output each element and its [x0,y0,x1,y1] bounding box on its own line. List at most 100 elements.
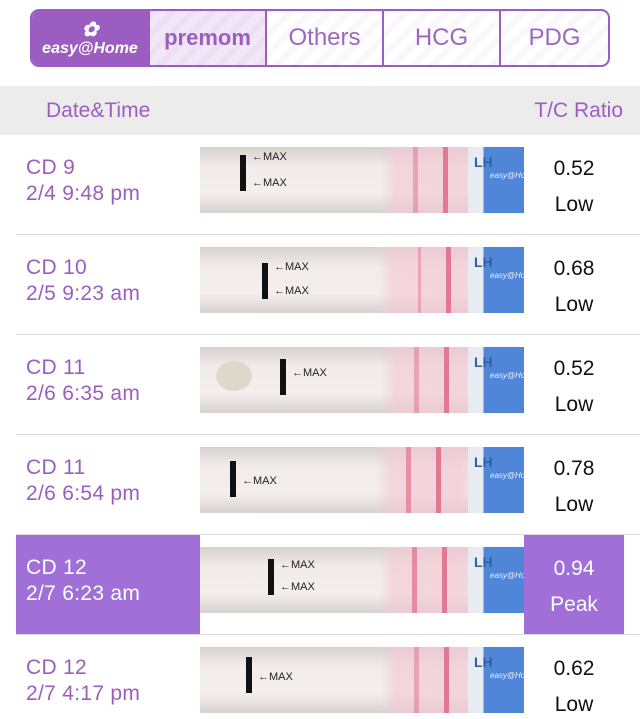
strip-brand-mark: easy@Home [490,571,524,580]
control-line [444,347,449,413]
test-datetime: 2/6 6:35 am [26,382,141,405]
max-label: ←MAX [242,475,277,487]
cycle-day: CD 10 [26,256,88,279]
strip-handle: LH easy@Home [468,447,524,513]
brand-tabs: ✿ easy@Home premom Others HCG PDG [30,9,610,67]
tab-others[interactable]: Others [267,11,384,65]
ratio-cell: 0.78 Low [524,435,624,534]
strip-marker [240,155,246,191]
test-result-row-peak[interactable]: CD 12 2/7 6:23 am ←MAX ←MAX LH easy@Home… [16,535,640,635]
lh-label: LH [474,254,493,270]
cycle-day: CD 9 [26,156,76,179]
strip-marker [230,461,236,497]
max-label: ←MAX [258,671,293,683]
test-strip-image: ←MAX LH easy@Home [200,447,524,513]
strip-brand-mark: easy@Home [490,171,524,180]
strip-handle: LH easy@Home [468,147,524,213]
max-label: ←MAX [252,177,287,189]
date-time-header: Date&Time [46,98,151,122]
ratio-cell: 0.62 Low [524,635,624,719]
test-window [380,147,480,213]
control-line [443,147,448,213]
date-time-cell: CD 9 2/4 9:48 pm [16,135,200,234]
strip-marker [268,559,274,595]
test-line [414,347,419,413]
ratio-cell: 0.52 Low [524,135,624,234]
strip-marker [262,263,268,299]
test-datetime: 2/7 6:23 am [26,582,141,605]
tc-ratio-value: 0.78 [553,457,595,480]
test-result-row[interactable]: CD 9 2/4 9:48 pm ←MAX ←MAX LH easy@Home … [16,135,640,235]
ratio-cell: 0.68 Low [524,235,624,334]
tc-ratio-header: T/C Ratio [534,98,623,122]
tc-ratio-value: 0.62 [553,657,595,680]
tc-ratio-value: 0.94 [553,557,595,580]
strip-brand-mark: easy@Home [490,371,524,380]
date-time-cell: CD 12 2/7 4:17 pm [16,635,200,719]
test-line [413,147,418,213]
date-time-cell: CD 11 2/6 6:54 pm [16,435,200,534]
test-line [418,247,421,313]
control-line [444,647,449,713]
date-time-cell: CD 12 2/7 6:23 am [16,535,200,634]
test-result-row[interactable]: CD 11 2/6 6:54 pm ←MAX LH easy@Home 0.78… [16,435,640,535]
ratio-cell: 0.94 Peak [524,535,624,634]
test-strip-image: ←MAX ←MAX LH easy@Home [200,247,524,313]
test-datetime: 2/4 9:48 pm [26,182,141,205]
cycle-day: CD 12 [26,656,88,679]
strip-brand-mark: easy@Home [490,671,524,680]
test-window [380,347,480,413]
cycle-day: CD 12 [26,556,88,579]
tab-premom[interactable]: premom [150,11,267,65]
strip-handle: LH easy@Home [468,547,524,613]
test-datetime: 2/7 4:17 pm [26,682,141,705]
test-strip-image: ←MAX LH easy@Home [200,347,524,413]
test-datetime: 2/5 9:23 am [26,282,141,305]
level-label: Low [554,493,594,516]
max-label: ←MAX [274,261,309,273]
tab-hcg[interactable]: HCG [384,11,501,65]
tc-ratio-value: 0.52 [553,357,595,380]
cycle-day: CD 11 [26,456,86,479]
strip-handle: LH easy@Home [468,647,524,713]
test-strip-image: ←MAX ←MAX LH easy@Home [200,147,524,213]
test-results-list: CD 9 2/4 9:48 pm ←MAX ←MAX LH easy@Home … [0,135,640,719]
test-window [378,547,478,613]
control-line [442,547,447,613]
lh-label: LH [474,654,493,670]
test-result-row[interactable]: CD 12 2/7 4:17 pm ←MAX LH easy@Home 0.62… [16,635,640,719]
tc-ratio-value: 0.52 [553,157,595,180]
table-header: Date&Time T/C Ratio [0,86,640,135]
max-label: ←MAX [280,559,315,571]
test-window [376,447,476,513]
max-label: ←MAX [252,151,287,163]
ratio-cell: 0.52 Low [524,335,624,434]
tab-label: premom [164,25,251,50]
max-label: ←MAX [280,581,315,593]
tab-label: PDG [528,24,581,51]
test-window [380,647,480,713]
strip-handle: LH easy@Home [468,247,524,313]
lh-label: LH [474,554,493,570]
level-label: Low [554,393,594,416]
test-result-row[interactable]: CD 10 2/5 9:23 am ←MAX ←MAX LH easy@Home… [16,235,640,335]
strip-marker [246,657,252,693]
tab-pdg[interactable]: PDG [501,11,608,65]
max-label: ←MAX [274,285,309,297]
strip-stain [216,361,252,391]
tab-label: easy@Home [42,39,138,57]
level-label: Low [554,693,594,716]
lh-label: LH [474,354,493,370]
level-label: Peak [550,593,598,616]
level-label: Low [554,193,594,216]
date-time-cell: CD 11 2/6 6:35 am [16,335,200,434]
test-datetime: 2/6 6:54 pm [26,482,141,505]
test-window [378,247,478,313]
tab-easy-at-home[interactable]: ✿ easy@Home [32,11,150,65]
test-result-row[interactable]: CD 11 2/6 6:35 am ←MAX LH easy@Home 0.52… [16,335,640,435]
flower-icon: ✿ [81,18,99,41]
test-line [406,447,411,513]
control-line [446,247,451,313]
cycle-day: CD 11 [26,356,86,379]
level-label: Low [554,293,594,316]
